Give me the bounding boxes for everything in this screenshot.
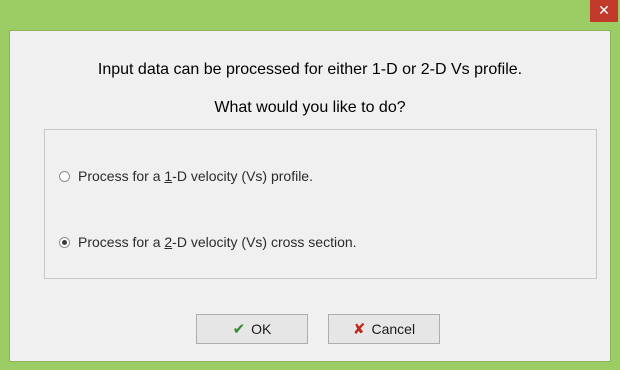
accelerator-1: 1 <box>164 168 173 184</box>
option-1d-profile[interactable]: Process for a 1-D velocity (Vs) profile. <box>59 166 313 186</box>
radio-1d[interactable] <box>59 170 70 182</box>
option-1d-label[interactable]: Process for a 1-D velocity (Vs) profile. <box>78 168 313 184</box>
checkmark-icon: ✔ <box>232 320 246 338</box>
title-bar[interactable]: ✕ <box>0 0 620 30</box>
accelerator-2: 2 <box>164 234 173 250</box>
cancel-button[interactable]: ✘ Cancel <box>328 314 440 344</box>
message-line-1: Input data can be processed for either 1… <box>97 61 523 78</box>
close-button[interactable]: ✕ <box>590 0 618 22</box>
radio-2d[interactable] <box>59 236 70 248</box>
options-group: Process for a 1-D velocity (Vs) profile.… <box>44 129 597 279</box>
close-icon: ✕ <box>598 3 610 19</box>
dialog-window: ✕ Input data can be processed for either… <box>0 0 620 370</box>
dialog-body: Input data can be processed for either 1… <box>9 30 611 362</box>
cancel-label: Cancel <box>371 321 416 337</box>
message-question: What would you like to do? <box>214 99 406 116</box>
ok-button[interactable]: ✔ OK <box>196 314 308 344</box>
option-2d-label[interactable]: Process for a 2-D velocity (Vs) cross se… <box>78 234 357 250</box>
x-icon: ✘ <box>352 320 366 338</box>
option-2d-cross-section[interactable]: Process for a 2-D velocity (Vs) cross se… <box>59 232 357 252</box>
ok-label: OK <box>251 321 272 337</box>
